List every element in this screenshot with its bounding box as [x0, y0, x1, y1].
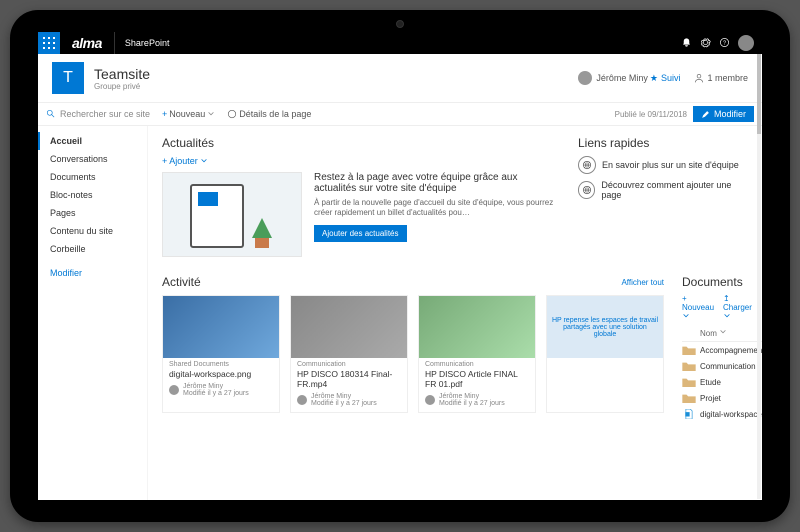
card-thumb — [291, 296, 407, 358]
nav-notebook[interactable]: Bloc-notes — [38, 186, 147, 204]
doc-upload-button[interactable]: ↥ Charger — [723, 294, 757, 322]
doc-row[interactable]: Accompagnement20 novembre — [682, 342, 762, 358]
svg-text:?: ? — [723, 40, 726, 46]
site-header: T Teamsite Groupe privé Jérôme Miny ★ Su… — [38, 54, 762, 103]
owner-avatar[interactable] — [578, 71, 592, 85]
side-nav: Accueil Conversations Documents Bloc-not… — [38, 126, 148, 500]
user-avatar[interactable] — [738, 35, 754, 51]
published-date: Publié le 09/11/2018 — [615, 110, 687, 119]
news-illustration — [162, 172, 302, 257]
doc-new-button[interactable]: + Nouveau — [682, 294, 717, 322]
news-heading: Actualités — [162, 136, 560, 150]
card-thumb — [419, 296, 535, 358]
scrollbar-thumb[interactable] — [757, 54, 761, 134]
tenant-logo: alma — [60, 35, 114, 51]
doc-row[interactable]: Communication20 novembre — [682, 358, 762, 374]
help-icon[interactable]: ? — [719, 37, 730, 50]
doc-row[interactable]: digital-workspace.png20 novembre — [682, 406, 762, 422]
doc-row[interactable]: Projet20 novembre — [682, 390, 762, 406]
follow-button[interactable]: ★ Suivi — [650, 73, 681, 84]
quicklinks-heading: Liens rapides — [578, 136, 748, 150]
nav-edit[interactable]: Modifier — [38, 264, 147, 282]
card-thumb: HP repense les espaces de travail partag… — [547, 296, 663, 358]
site-subtitle: Groupe privé — [94, 82, 150, 91]
doc-row[interactable]: Etude20 novembre — [682, 374, 762, 390]
notifications-icon[interactable] — [681, 37, 692, 50]
globe-icon — [578, 156, 596, 174]
card-thumb — [163, 296, 279, 358]
activity-card[interactable]: HP repense les espaces de travail partag… — [546, 295, 664, 413]
quicklink-item[interactable]: Découvrez comment ajouter une page — [578, 180, 748, 200]
members-count[interactable]: 1 membre — [694, 73, 748, 83]
app-launcher-icon[interactable] — [38, 32, 60, 54]
news-add-button[interactable]: + Ajouter — [162, 156, 560, 166]
site-logo[interactable]: T — [52, 62, 84, 94]
suite-bar: alma SharePoint ? — [38, 32, 762, 54]
nav-pages[interactable]: Pages — [38, 204, 147, 222]
nav-home[interactable]: Accueil — [38, 132, 147, 150]
activity-card[interactable]: Shared Documents digital-workspace.png J… — [162, 295, 280, 413]
search-input[interactable]: Rechercher sur ce site — [46, 109, 156, 119]
new-button[interactable]: + Nouveau — [162, 109, 215, 119]
page-details-button[interactable]: Détails de la page — [227, 109, 311, 119]
nav-conversations[interactable]: Conversations — [38, 150, 147, 168]
owner-name[interactable]: Jérôme Miny — [596, 73, 648, 83]
command-bar: Rechercher sur ce site + Nouveau Détails… — [38, 103, 762, 126]
nav-documents[interactable]: Documents — [38, 168, 147, 186]
add-news-button[interactable]: Ajouter des actualités — [314, 225, 407, 242]
nav-site-contents[interactable]: Contenu du site — [38, 222, 147, 240]
news-empty-desc: À partir de la nouvelle page d'accueil d… — [314, 198, 560, 219]
col-name[interactable]: Nom — [682, 328, 762, 338]
site-title[interactable]: Teamsite — [94, 66, 150, 82]
news-empty-title: Restez à la page avec votre équipe grâce… — [314, 172, 560, 194]
activity-card[interactable]: Communication HP DISCO Article FINAL FR … — [418, 295, 536, 413]
quicklink-item[interactable]: En savoir plus sur un site d'équipe — [578, 156, 748, 174]
documents-heading: Documents — [682, 275, 743, 289]
suite-name[interactable]: SharePoint — [114, 32, 180, 54]
settings-icon[interactable] — [700, 37, 711, 50]
globe-icon — [578, 181, 595, 199]
edit-page-button[interactable]: Modifier — [693, 106, 754, 122]
nav-recycle[interactable]: Corbeille — [38, 240, 147, 258]
activity-heading: Activité — [162, 275, 201, 289]
activity-card[interactable]: Communication HP DISCO 180314 Final-FR.m… — [290, 295, 408, 413]
activity-showall[interactable]: Afficher tout — [621, 278, 664, 287]
